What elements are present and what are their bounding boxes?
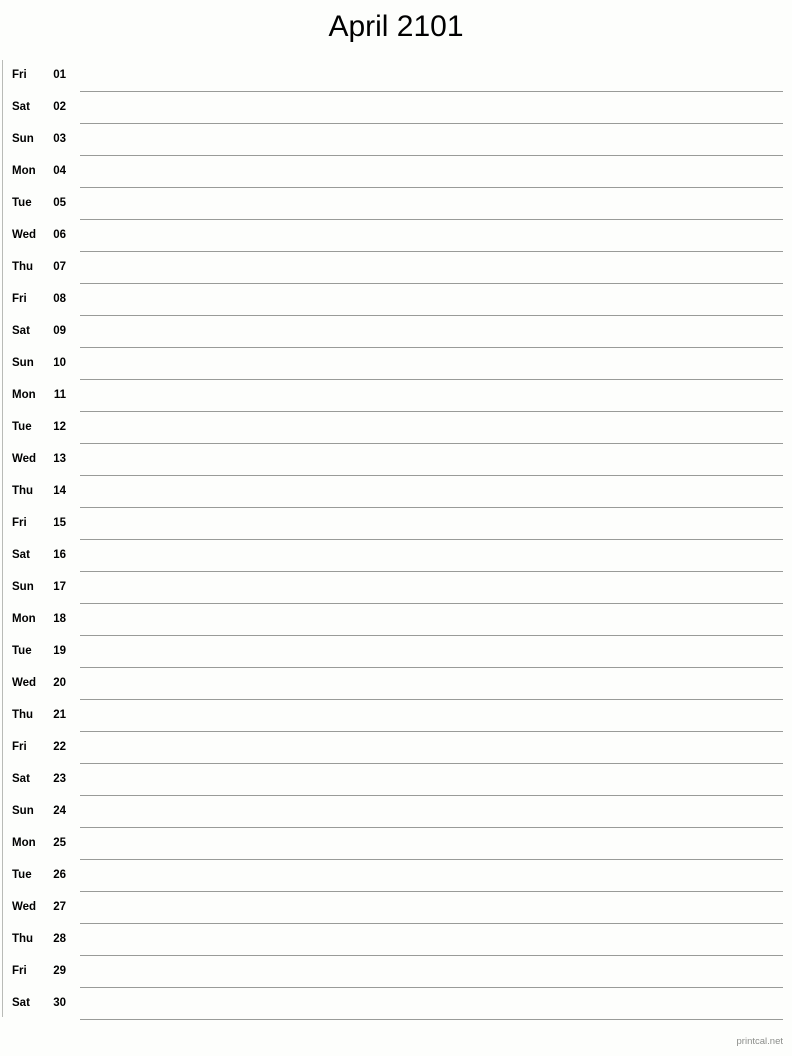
day-row: Thu 28 xyxy=(0,924,792,956)
day-row: Tue 26 xyxy=(0,860,792,892)
day-row: Sun 10 xyxy=(0,348,792,380)
day-row: Sun 03 xyxy=(0,124,792,156)
day-row: Mon 11 xyxy=(0,380,792,412)
day-list: Fri 01 Sat 02 Sun 03 Mon 04 Tue 05 Wed 06 Thu 07 Fri 08… xyxy=(0,60,792,1020)
day-row: Sun 17 xyxy=(0,572,792,604)
day-number-label: 24 xyxy=(53,805,66,817)
day-row: Fri 15 xyxy=(0,508,792,540)
day-row: Fri 29 xyxy=(0,956,792,988)
day-row: Wed 27 xyxy=(0,892,792,924)
day-number-label: 11 xyxy=(53,389,66,401)
day-number-label: 13 xyxy=(53,453,66,465)
day-number-label: 03 xyxy=(53,133,66,145)
day-row: Fri 01 xyxy=(0,60,792,92)
day-row: Wed 20 xyxy=(0,668,792,700)
day-number-label: 08 xyxy=(53,293,66,305)
day-row: Tue 12 xyxy=(0,412,792,444)
day-number-label: 29 xyxy=(53,965,66,977)
calendar-page: April 2101 Fri 01 Sat 02 Sun 03 Mon 04 Tue 05 Wed 0… xyxy=(0,0,792,1056)
day-number-label: 17 xyxy=(53,581,66,593)
day-row: Tue 19 xyxy=(0,636,792,668)
day-number-label: 18 xyxy=(53,613,66,625)
day-number-label: 22 xyxy=(53,741,66,753)
day-row: Fri 22 xyxy=(0,732,792,764)
day-number-label: 07 xyxy=(53,261,66,273)
day-number-label: 28 xyxy=(53,933,66,945)
day-row: Thu 14 xyxy=(0,476,792,508)
day-row: Wed 13 xyxy=(0,444,792,476)
day-row: Sat 23 xyxy=(0,764,792,796)
day-number-label: 09 xyxy=(53,325,66,337)
day-number-label: 23 xyxy=(53,773,66,785)
day-number-label: 20 xyxy=(53,677,66,689)
day-number-label: 25 xyxy=(53,837,66,849)
day-row: Fri 08 xyxy=(0,284,792,316)
day-number-label: 21 xyxy=(53,709,66,721)
day-number-label: 04 xyxy=(53,165,66,177)
day-row: Mon 25 xyxy=(0,828,792,860)
day-row: Mon 04 xyxy=(0,156,792,188)
day-row: Thu 21 xyxy=(0,700,792,732)
page-title: April 2101 xyxy=(328,10,464,43)
day-number-label: 14 xyxy=(53,485,66,497)
day-number-label: 30 xyxy=(53,997,66,1009)
day-number-label: 12 xyxy=(53,421,66,433)
day-row: Wed 06 xyxy=(0,220,792,252)
day-number-label: 01 xyxy=(53,69,66,81)
day-number-label: 27 xyxy=(53,901,66,913)
day-number-label: 15 xyxy=(53,517,66,529)
day-row: Sun 24 xyxy=(0,796,792,828)
footer-credit: printcal.net xyxy=(736,1036,783,1047)
day-number-label: 26 xyxy=(53,869,66,881)
day-number-label: 10 xyxy=(53,357,66,369)
day-row: Sat 30 xyxy=(0,988,792,1020)
day-row: Mon 18 xyxy=(0,604,792,636)
day-row: Sat 02 xyxy=(0,92,792,124)
day-number-label: 05 xyxy=(53,197,66,209)
day-number-label: 19 xyxy=(53,645,66,657)
day-number-label: 02 xyxy=(53,101,66,113)
day-row: Thu 07 xyxy=(0,252,792,284)
day-note-line[interactable] xyxy=(80,1019,783,1020)
day-row: Sat 09 xyxy=(0,316,792,348)
day-row: Sat 16 xyxy=(0,540,792,572)
day-number-label: 16 xyxy=(53,549,66,561)
day-number-label: 06 xyxy=(53,229,66,241)
day-row: Tue 05 xyxy=(0,188,792,220)
